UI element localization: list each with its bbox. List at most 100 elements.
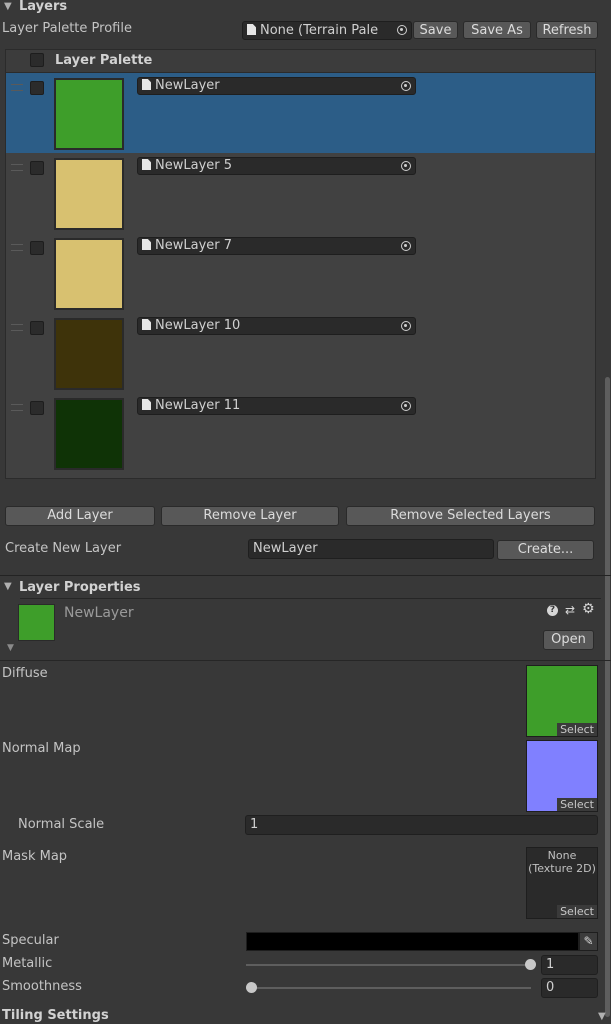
normal-map-texture-slot[interactable]: Select (526, 740, 598, 812)
layer-object-field[interactable]: NewLayer 11 (137, 397, 416, 415)
layer-object-field[interactable]: NewLayer 7 (137, 237, 416, 255)
drag-handle-icon[interactable] (11, 84, 23, 91)
normal-map-label: Normal Map (2, 741, 81, 756)
eyedropper-icon[interactable]: ✎ (579, 932, 598, 951)
layer-color-swatch (18, 604, 55, 641)
drag-handle-icon[interactable] (11, 164, 23, 171)
foldout-arrow-icon: ▼ (4, 1, 12, 12)
add-layer-button[interactable]: Add Layer (5, 506, 155, 526)
drag-handle-icon[interactable] (11, 244, 23, 251)
layer-color-swatch[interactable] (54, 318, 124, 390)
layer-checkbox[interactable] (30, 321, 44, 335)
object-picker-icon[interactable] (401, 321, 411, 331)
layer-object-field[interactable]: NewLayer 5 (137, 157, 416, 175)
file-icon (142, 159, 151, 170)
smoothness-slider-thumb[interactable] (246, 982, 257, 993)
mask-map-none-label: None (547, 849, 577, 862)
layers-title: Layers (19, 0, 68, 14)
object-picker-icon[interactable] (401, 241, 411, 251)
diffuse-texture-slot[interactable]: Select (526, 665, 598, 737)
tiling-settings-foldout[interactable]: Tiling Settings ▼ (0, 1007, 611, 1024)
dropdown-arrow-icon: ▼ (598, 1011, 606, 1022)
object-picker-icon[interactable] (401, 161, 411, 171)
layer-checkbox[interactable] (30, 81, 44, 95)
layer-checkbox[interactable] (30, 161, 44, 175)
smoothness-label: Smoothness (2, 979, 82, 994)
presets-icon[interactable]: ⇄ (565, 603, 575, 617)
remove-layer-button[interactable]: Remove Layer (161, 506, 339, 526)
profile-value: None (Terrain Pale (260, 23, 379, 38)
diffuse-select-button[interactable]: Select (557, 723, 597, 736)
gear-icon[interactable]: ⚙ (582, 601, 595, 617)
layer-object-field[interactable]: NewLayer (137, 77, 416, 95)
profile-label: Layer Palette Profile (2, 21, 132, 36)
layer-name: NewLayer 11 (155, 398, 241, 413)
remove-selected-layers-button[interactable]: Remove Selected Layers (346, 506, 595, 526)
save-as-button[interactable]: Save As (463, 21, 531, 39)
drag-handle-icon[interactable] (11, 404, 23, 411)
specular-color-field[interactable] (246, 932, 579, 951)
separator (0, 660, 611, 661)
foldout-arrow-icon[interactable]: ▼ (7, 643, 14, 653)
smoothness-slider-track[interactable] (246, 987, 531, 989)
separator (0, 575, 611, 576)
normal-map-select-button[interactable]: Select (557, 798, 597, 811)
mask-map-select-button[interactable]: Select (557, 905, 597, 918)
metallic-slider-thumb[interactable] (525, 959, 536, 970)
scrollbar-thumb[interactable] (605, 377, 610, 1017)
layer-row[interactable]: NewLayer 10 (6, 313, 595, 393)
normal-scale-input[interactable]: 1 (245, 815, 598, 835)
layer-row[interactable]: NewLayer 7 (6, 233, 595, 313)
refresh-button[interactable]: Refresh (536, 21, 598, 39)
metallic-input[interactable]: 1 (541, 955, 598, 975)
save-button[interactable]: Save (413, 21, 458, 39)
layer-name-label: NewLayer (64, 605, 134, 621)
layer-name: NewLayer 7 (155, 238, 233, 253)
create-new-layer-label: Create New Layer (5, 541, 122, 556)
diffuse-label: Diffuse (2, 666, 48, 681)
layer-color-swatch[interactable] (54, 158, 124, 230)
layer-object-field[interactable]: NewLayer 10 (137, 317, 416, 335)
layer-color-swatch[interactable] (54, 78, 124, 150)
profile-object-field[interactable]: None (Terrain Pale (242, 21, 412, 40)
foldout-arrow-icon: ▼ (4, 581, 12, 592)
object-picker-icon[interactable] (397, 25, 407, 35)
layer-palette-header: Layer Palette (6, 50, 595, 73)
file-icon (142, 399, 151, 410)
smoothness-input[interactable]: 0 (541, 978, 598, 998)
layer-palette-title: Layer Palette (55, 53, 153, 68)
separator (20, 598, 601, 599)
object-picker-icon[interactable] (401, 401, 411, 411)
file-icon (142, 239, 151, 250)
layer-checkbox[interactable] (30, 241, 44, 255)
mask-map-type-label: (Texture 2D) (528, 862, 596, 875)
layer-row[interactable]: NewLayer (6, 73, 595, 153)
mask-map-texture-slot[interactable]: None (Texture 2D) Select (526, 847, 598, 919)
new-layer-name-input[interactable]: NewLayer (248, 539, 494, 559)
tiling-settings-title: Tiling Settings (2, 1008, 109, 1023)
layer-color-swatch[interactable] (54, 398, 124, 470)
layer-name: NewLayer 10 (155, 318, 241, 333)
layer-properties-title: Layer Properties (19, 580, 141, 595)
layer-checkbox[interactable] (30, 401, 44, 415)
select-all-checkbox[interactable] (30, 53, 44, 67)
file-icon (142, 319, 151, 330)
layer-row[interactable]: NewLayer 11 (6, 393, 595, 473)
layer-properties-foldout[interactable]: ▼ Layer Properties (0, 578, 600, 598)
open-button[interactable]: Open (543, 630, 594, 650)
layer-color-swatch[interactable] (54, 238, 124, 310)
layer-name: NewLayer (155, 78, 220, 93)
file-icon (142, 79, 151, 90)
help-icon[interactable]: ? (547, 605, 558, 616)
normal-scale-label: Normal Scale (18, 817, 105, 832)
metallic-slider-track[interactable] (246, 964, 531, 966)
file-icon (247, 24, 256, 35)
drag-handle-icon[interactable] (11, 324, 23, 331)
specular-label: Specular (2, 933, 59, 948)
layers-foldout[interactable]: ▼ Layers (0, 0, 611, 16)
layer-row[interactable]: NewLayer 5 (6, 153, 595, 233)
layer-name: NewLayer 5 (155, 158, 233, 173)
mask-map-label: Mask Map (2, 849, 68, 864)
create-button[interactable]: Create... (497, 540, 594, 560)
object-picker-icon[interactable] (401, 81, 411, 91)
